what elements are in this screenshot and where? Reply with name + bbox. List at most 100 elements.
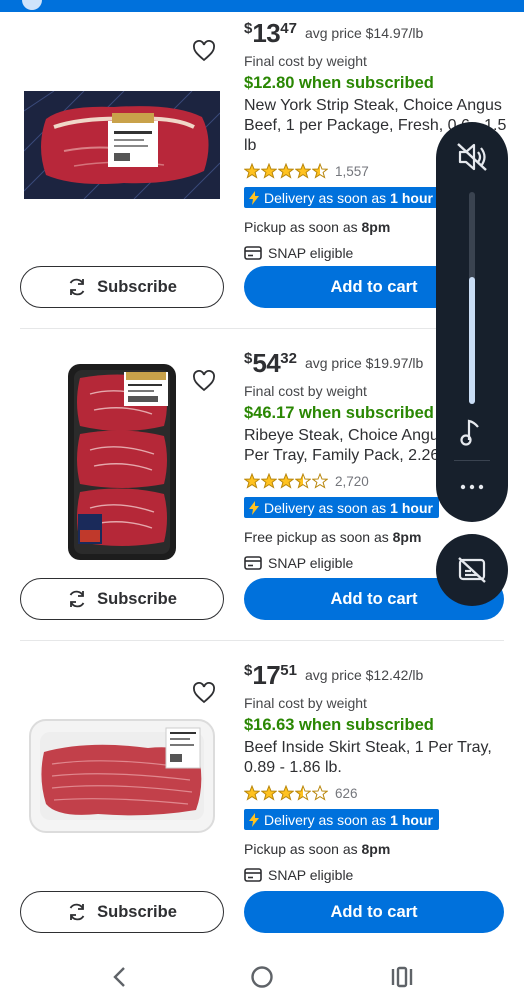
pickup-text: Pickup as soon as — [244, 840, 358, 857]
subscribe-label: Subscribe — [97, 589, 177, 608]
divider — [20, 640, 504, 641]
home-icon[interactable] — [250, 965, 274, 989]
price-whole: 54 — [252, 348, 281, 378]
volume-level-fill — [469, 276, 475, 404]
volume-slider[interactable] — [469, 192, 475, 404]
star-rating — [244, 785, 329, 801]
delivery-badge: Delivery as soon as 1 hour — [244, 497, 439, 518]
lightning-icon — [249, 500, 259, 515]
card-icon — [244, 245, 262, 260]
ny-strip-steak-package-icon — [24, 91, 220, 199]
delivery-text: Delivery as soon as — [264, 499, 387, 516]
product-image[interactable] — [22, 70, 222, 220]
rating-count: 626 — [335, 785, 358, 801]
star-icon — [295, 473, 311, 489]
star-icon — [244, 473, 260, 489]
star-rating — [244, 473, 329, 489]
star-icon — [312, 163, 328, 179]
star-icon — [312, 785, 328, 801]
refresh-icon — [69, 903, 85, 921]
price: $ 13 47 avg price $14.97/lb — [244, 18, 514, 52]
snap-label: SNAP eligible — [268, 866, 354, 883]
product-title[interactable]: Beef Inside Skirt Steak, 1 Per Tray, 0.8… — [244, 738, 514, 778]
favorite-heart-icon[interactable] — [192, 40, 216, 62]
lightning-icon — [249, 812, 259, 827]
subscribed-price: $12.80 when subscribed — [244, 74, 434, 92]
delivery-text: Delivery as soon as — [264, 811, 387, 828]
delivery-time: 1 hour — [390, 189, 433, 206]
star-icon — [312, 473, 328, 489]
add-to-cart-label: Add to cart — [330, 589, 418, 608]
price-whole: 17 — [252, 660, 281, 690]
star-icon — [261, 473, 277, 489]
pickup-time: 8pm — [361, 840, 391, 857]
star-icon — [261, 163, 277, 179]
pickup-time: 8pm — [392, 528, 422, 545]
final-cost-note: Final cost by weight — [244, 695, 367, 711]
product-title-line: Beef Inside Skirt Steak, 1 Per Tray, — [244, 739, 492, 756]
pickup-time: 8pm — [361, 218, 391, 235]
add-to-cart-button[interactable]: Add to cart — [244, 891, 504, 933]
favorite-heart-icon[interactable] — [192, 682, 216, 704]
volume-panel — [436, 122, 508, 522]
star-icon — [278, 473, 294, 489]
star-icon — [295, 163, 311, 179]
subscribe-label: Subscribe — [97, 277, 177, 296]
rating[interactable]: 626 — [244, 784, 514, 802]
product-image[interactable] — [22, 716, 222, 836]
subscribed-price: $16.63 when subscribed — [244, 716, 434, 734]
subscribe-button[interactable]: Subscribe — [20, 266, 224, 308]
header-avatar[interactable] — [22, 0, 42, 10]
card-icon — [244, 867, 262, 882]
panel-divider — [454, 460, 490, 461]
product-info: $ 17 51 avg price $12.42/lb Final cost b… — [244, 660, 514, 884]
star-icon — [278, 785, 294, 801]
pickup-text: Pickup as soon as — [244, 218, 358, 235]
app-header-bar — [0, 0, 524, 12]
price-cents: 47 — [280, 20, 297, 37]
music-note-icon[interactable] — [460, 418, 482, 446]
price-dollar-sign: $ — [244, 350, 253, 367]
back-icon[interactable] — [112, 966, 128, 988]
product-title-line: 0.89 - 1.86 lb. — [244, 759, 342, 776]
card-icon — [244, 555, 262, 570]
avg-price: avg price $14.97/lb — [304, 25, 424, 41]
product-image[interactable] — [22, 362, 222, 562]
refresh-icon — [69, 278, 85, 296]
price-dollar-sign: $ — [244, 20, 253, 37]
delivery-badge: Delivery as soon as 1 hour — [244, 187, 439, 208]
live-caption-button[interactable] — [436, 534, 508, 606]
volume-muted-icon[interactable] — [456, 142, 488, 172]
final-cost-note: Final cost by weight — [244, 53, 367, 69]
star-icon — [295, 785, 311, 801]
subscribe-button[interactable]: Subscribe — [20, 891, 224, 933]
avg-price: avg price $12.42/lb — [304, 667, 424, 683]
recents-icon[interactable] — [390, 966, 414, 988]
price-cents: 32 — [280, 350, 297, 367]
lightning-icon — [249, 190, 259, 205]
star-icon — [244, 163, 260, 179]
star-icon — [261, 785, 277, 801]
refresh-icon — [69, 590, 85, 608]
rating-count: 1,557 — [335, 163, 369, 179]
product-card: $ 17 51 avg price $12.42/lb Final cost b… — [0, 642, 524, 954]
subscribe-button[interactable]: Subscribe — [20, 578, 224, 620]
divider — [20, 328, 504, 329]
more-options-icon[interactable] — [460, 484, 484, 490]
price: $ 17 51 avg price $12.42/lb — [244, 660, 514, 694]
pickup-info: Pickup as soon as 8pm — [244, 840, 514, 858]
live-caption-off-icon — [458, 557, 486, 583]
product-title-line: New York Strip Steak, Choice Angus — [244, 97, 502, 114]
price-whole: 13 — [252, 18, 281, 48]
ribeye-steak-tray-icon — [68, 364, 176, 560]
avg-price: avg price $19.97/lb — [304, 355, 424, 371]
delivery-time: 1 hour — [390, 811, 433, 828]
snap-label: SNAP eligible — [268, 244, 354, 261]
rating-count: 2,720 — [335, 473, 369, 489]
add-to-cart-label: Add to cart — [330, 277, 418, 296]
skirt-steak-tray-icon — [29, 719, 215, 833]
add-to-cart-label: Add to cart — [330, 902, 418, 921]
pickup-text: Free pickup as soon as — [244, 528, 389, 545]
subscribe-label: Subscribe — [97, 902, 177, 921]
snap-eligible: SNAP eligible — [244, 866, 514, 884]
